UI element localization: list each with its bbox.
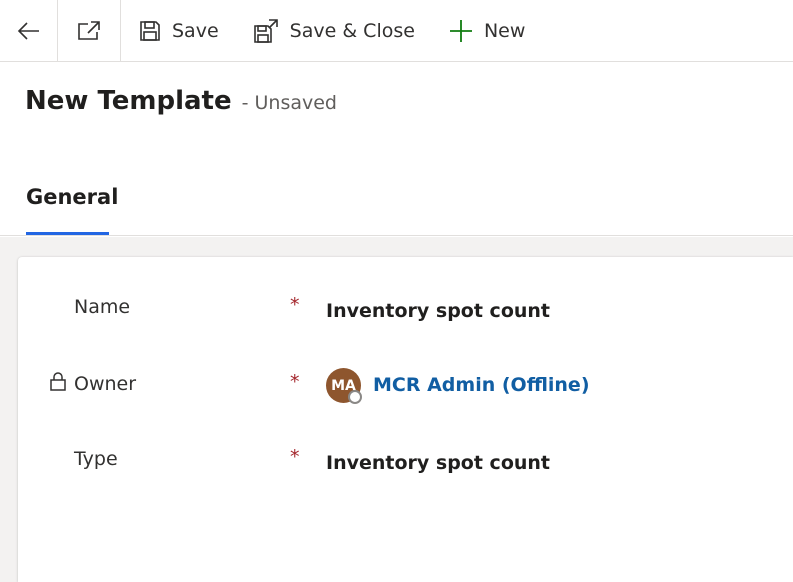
back-button[interactable] <box>0 0 58 62</box>
save-label: Save <box>172 19 219 42</box>
required-indicator: * <box>290 294 300 316</box>
type-field[interactable]: Inventory spot count <box>326 452 550 474</box>
owner-label: Owner <box>74 373 137 395</box>
new-button[interactable]: New <box>432 0 542 62</box>
active-tab-indicator <box>26 232 109 235</box>
required-indicator: * <box>290 371 300 393</box>
required-indicator: * <box>290 446 300 468</box>
owner-lookup-link[interactable]: MCR Admin (Offline) <box>373 374 590 396</box>
page-title: New Template <box>25 86 232 116</box>
presence-offline-icon <box>348 390 362 404</box>
name-label: Name <box>74 296 131 318</box>
record-header: New Template - Unsaved <box>25 86 337 116</box>
new-label: New <box>483 19 526 42</box>
open-in-new-window-button[interactable] <box>58 0 121 62</box>
arrow-left-icon <box>17 21 39 40</box>
plus-icon <box>449 19 472 42</box>
command-bar: Save Save & Close New <box>0 0 793 62</box>
tab-list: General <box>0 170 793 236</box>
save-button[interactable]: Save <box>121 0 236 62</box>
name-field[interactable]: Inventory spot count <box>326 300 550 322</box>
lock-icon <box>50 372 66 391</box>
save-icon <box>140 20 160 41</box>
save-and-close-label: Save & Close <box>289 19 415 42</box>
open-in-new-window-icon <box>78 20 100 40</box>
save-status: - Unsaved <box>241 92 337 114</box>
save-and-close-icon <box>253 18 278 43</box>
save-and-close-button[interactable]: Save & Close <box>236 0 432 62</box>
type-label: Type <box>74 448 118 470</box>
tab-general[interactable]: General <box>26 185 118 235</box>
